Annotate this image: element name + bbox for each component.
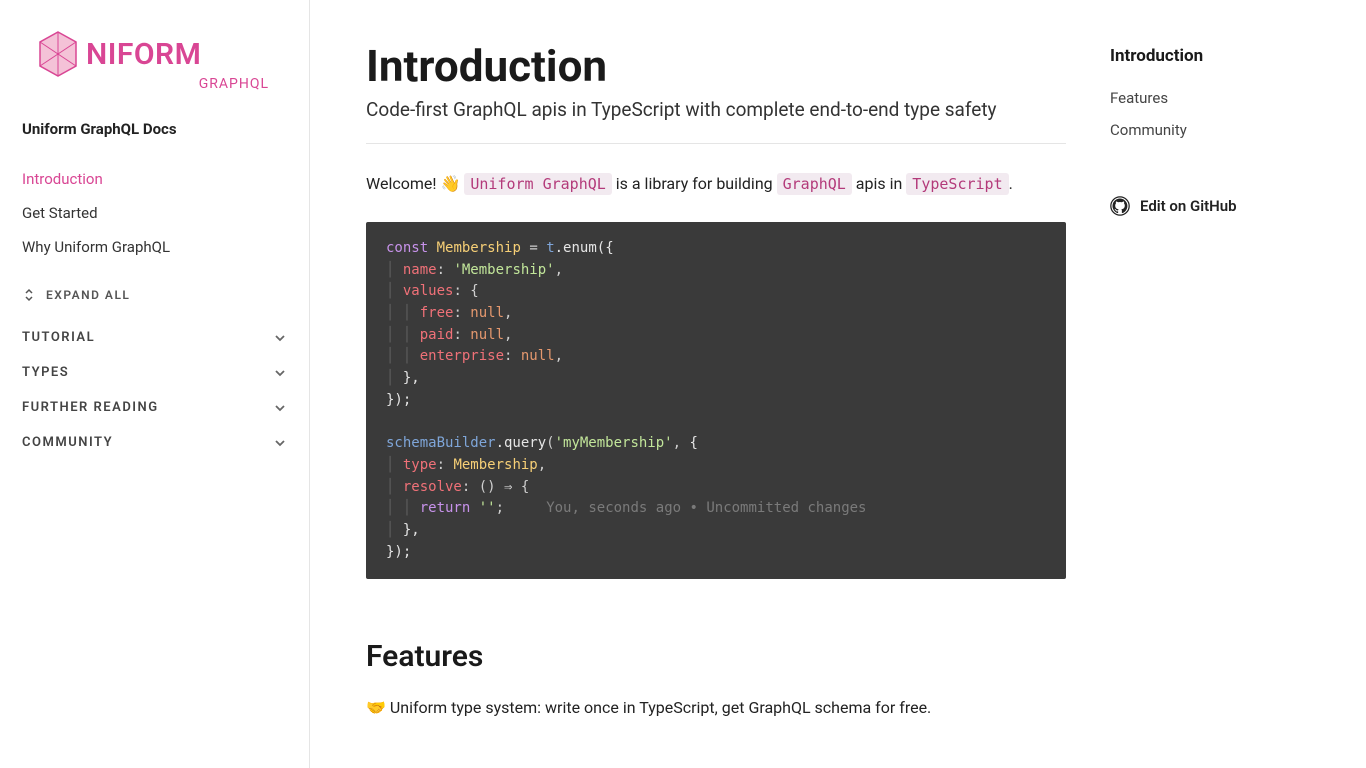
handshake-emoji: 🤝 [366, 698, 386, 717]
logo[interactable]: NIFORM GRAPHQL [22, 30, 287, 92]
sidebar-item-introduction[interactable]: Introduction [22, 162, 287, 196]
chevron-down-icon [273, 366, 287, 380]
expand-all-button[interactable]: EXPAND ALL [22, 288, 287, 302]
sidebar-item-get-started[interactable]: Get Started [22, 196, 287, 230]
code-example: const Membership = t.enum({ │ name: 'Mem… [366, 222, 1066, 579]
feature-text: Uniform type system: write once in TypeS… [390, 698, 931, 717]
sidebar-section-further-reading[interactable]: FURTHER READING [22, 390, 287, 425]
edit-on-github-link[interactable]: Edit on GitHub [1110, 196, 1306, 216]
docs-title: Uniform GraphQL Docs [22, 120, 287, 138]
logo-text-main: NIFORM [86, 37, 201, 72]
intro-text: apis in [852, 174, 906, 193]
feature-item: 🤝 Uniform type system: write once in Typ… [366, 694, 1066, 721]
chevron-down-icon [273, 331, 287, 345]
main-content: Introduction Code-first GraphQL apis in … [310, 0, 1366, 768]
sidebar-section-label: TUTORIAL [22, 330, 95, 345]
sidebar-section-label: FURTHER READING [22, 400, 159, 415]
inline-code: GraphQL [777, 173, 852, 195]
logo-text-sub: GRAPHQL [36, 76, 287, 92]
features-heading: Features [366, 639, 1066, 674]
expand-icon [22, 288, 36, 302]
article: Introduction Code-first GraphQL apis in … [366, 40, 1066, 748]
sidebar-section-label: COMMUNITY [22, 435, 113, 450]
sidebar: NIFORM GRAPHQL Uniform GraphQL Docs Intr… [0, 0, 310, 768]
wave-emoji: 👋 [440, 174, 460, 193]
intro-text: is a library for building [612, 174, 777, 193]
sidebar-section-label: TYPES [22, 365, 69, 380]
page-title: Introduction [366, 40, 1066, 92]
toc-title: Introduction [1110, 46, 1306, 66]
sidebar-section-community[interactable]: COMMUNITY [22, 425, 287, 460]
inline-code: Uniform GraphQL [464, 173, 611, 195]
intro-text: Welcome! [366, 174, 440, 193]
page-subtitle: Code-first GraphQL apis in TypeScript wi… [366, 98, 1066, 121]
chevron-down-icon [273, 401, 287, 415]
chevron-down-icon [273, 436, 287, 450]
sidebar-section-types[interactable]: TYPES [22, 355, 287, 390]
toc-link-community[interactable]: Community [1110, 114, 1306, 146]
sidebar-section-tutorial[interactable]: TUTORIAL [22, 320, 287, 355]
expand-all-label: EXPAND ALL [46, 288, 130, 302]
toc-link-features[interactable]: Features [1110, 82, 1306, 114]
inline-code: TypeScript [906, 173, 1008, 195]
table-of-contents: Introduction Features Community Edit on … [1066, 40, 1306, 748]
intro-text: . [1009, 174, 1013, 193]
intro-paragraph: Welcome! 👋 Uniform GraphQL is a library … [366, 170, 1066, 198]
sidebar-item-why-uniform[interactable]: Why Uniform GraphQL [22, 230, 287, 264]
edit-on-github-label: Edit on GitHub [1140, 197, 1237, 215]
divider [366, 143, 1066, 144]
logo-icon [36, 30, 80, 78]
github-icon [1110, 196, 1130, 216]
